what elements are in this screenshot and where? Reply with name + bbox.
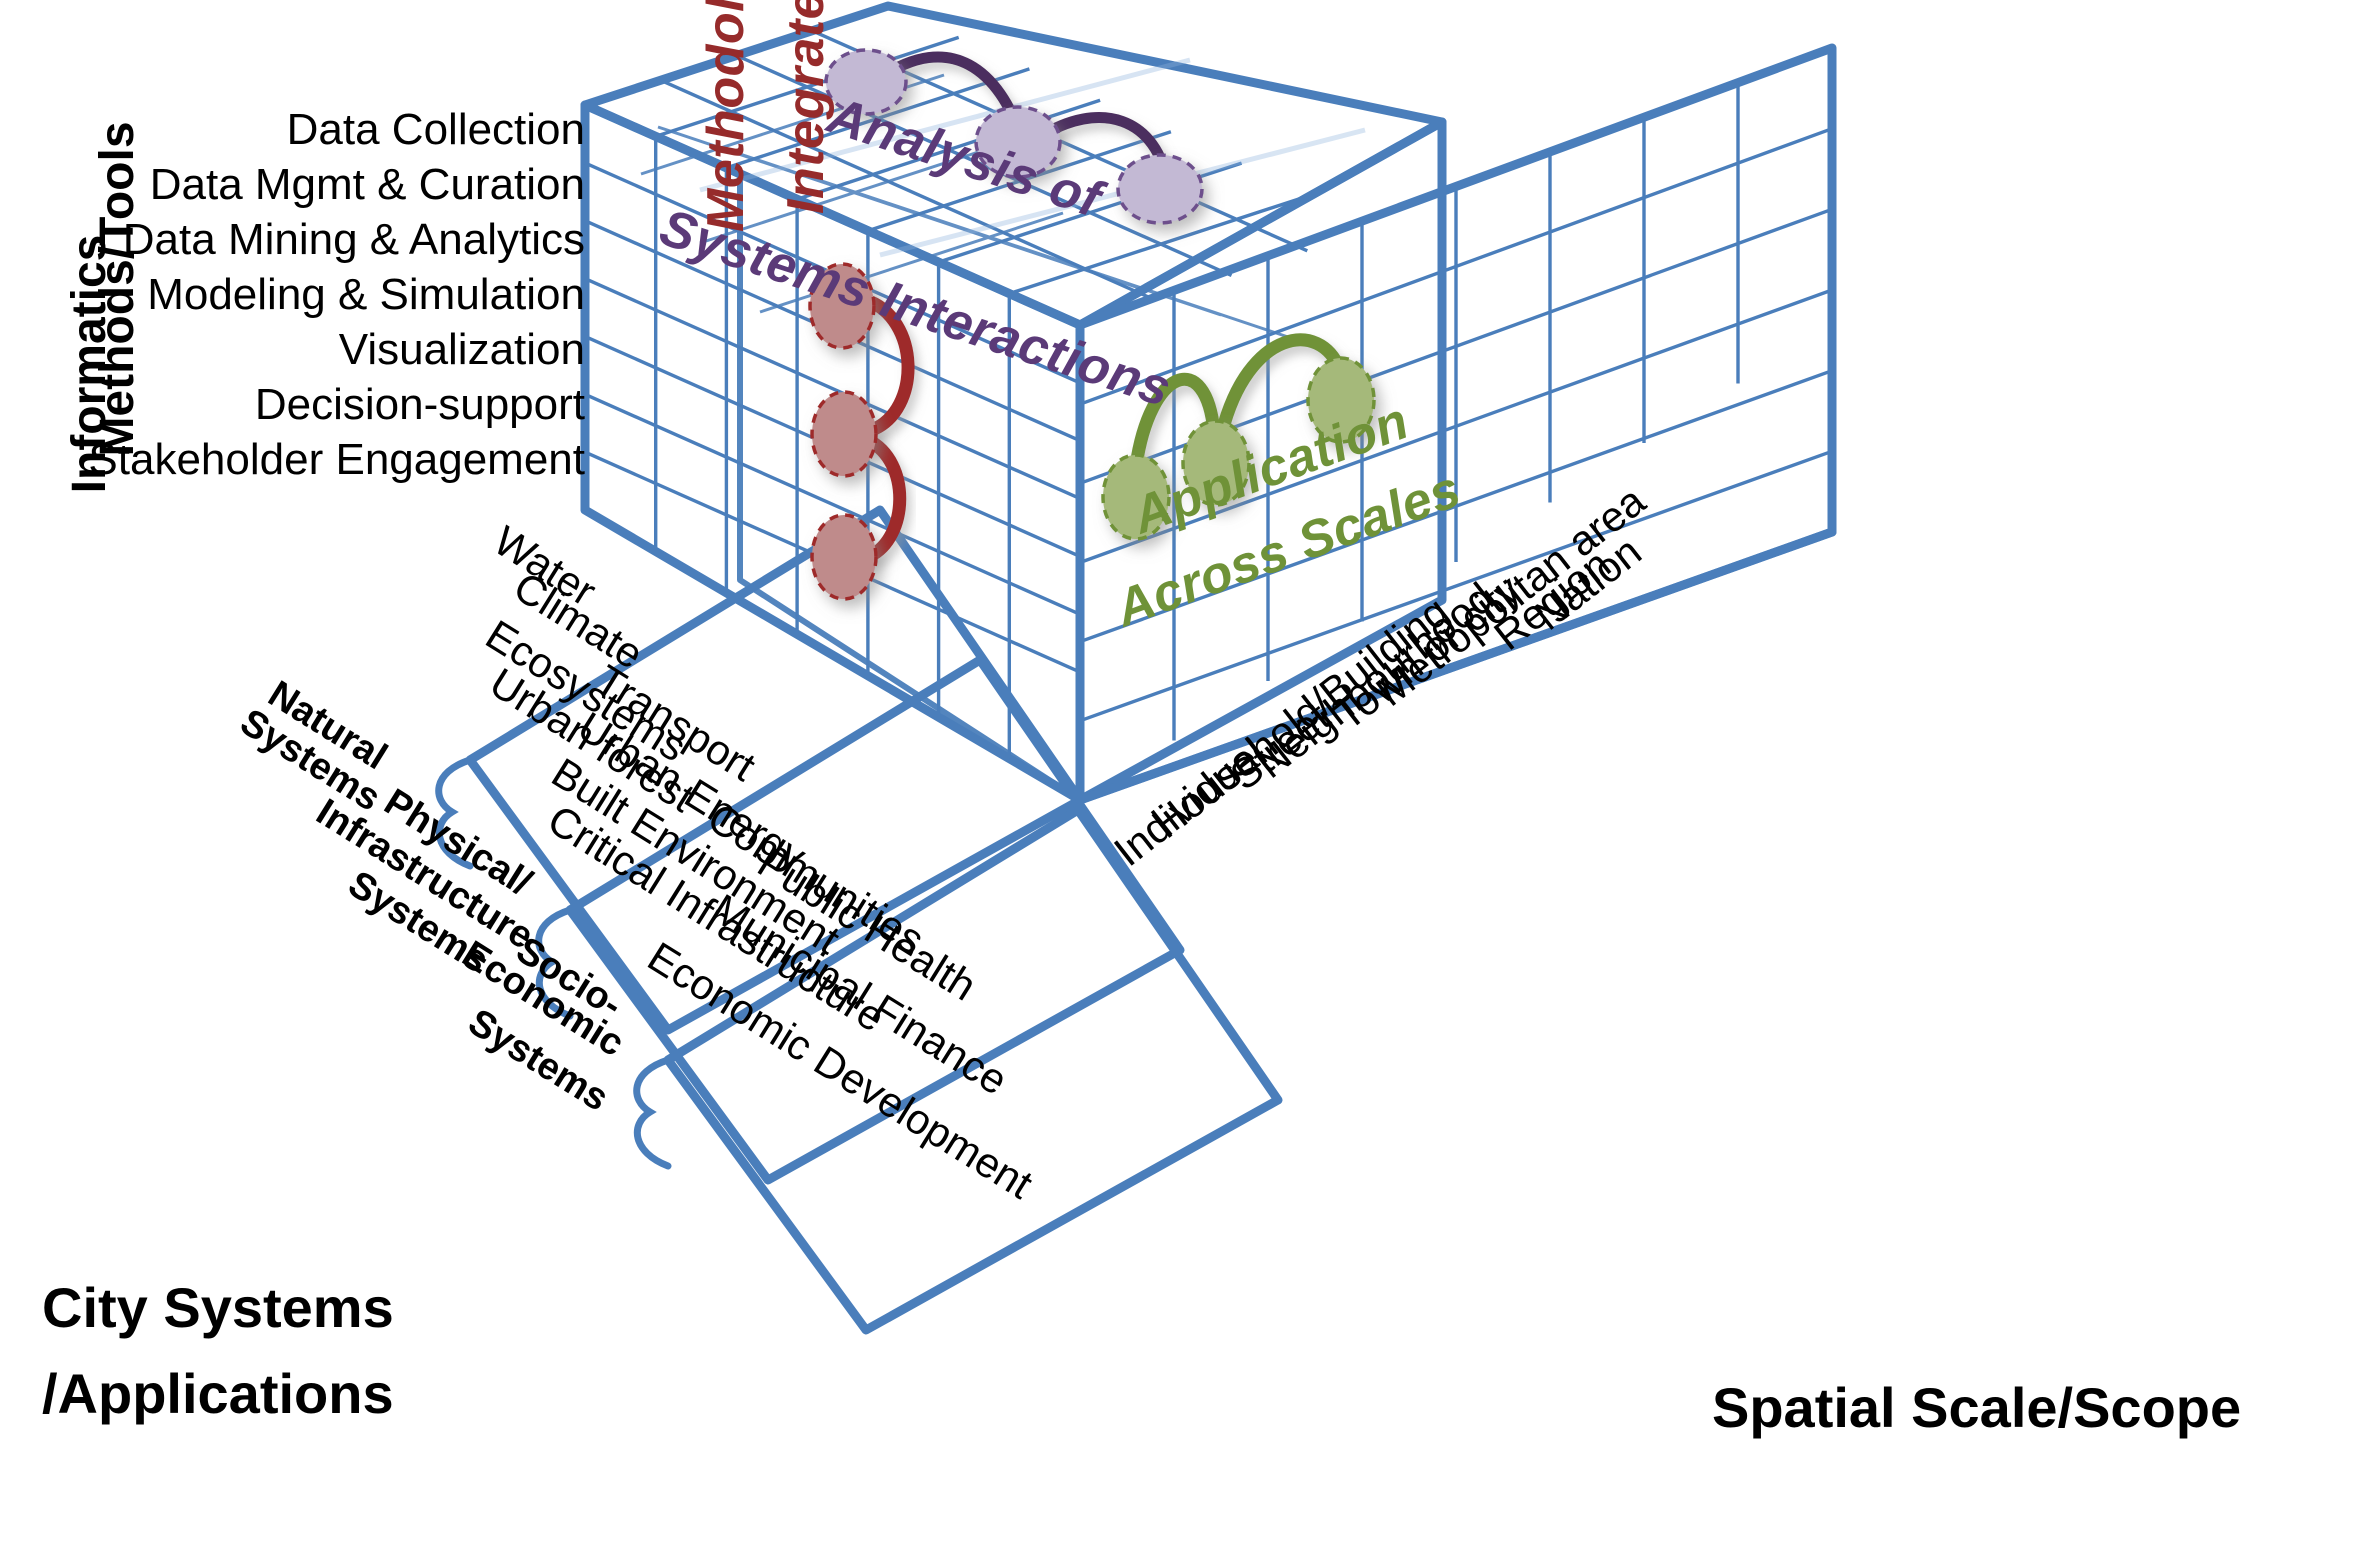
red-marker-2 xyxy=(810,390,878,478)
method-item-stakeholder-engagement: Stakeholder Engagement xyxy=(88,435,585,484)
method-item-data-collection: Data Collection xyxy=(286,105,585,154)
city-systems-axis-title-line1: City Systems xyxy=(42,1276,394,1339)
method-item-modeling-simulation: Modeling & Simulation xyxy=(147,270,585,319)
left-face-title-methodology: Methodology xyxy=(697,0,755,232)
red-marker-3 xyxy=(810,513,878,601)
brace-socio xyxy=(633,1056,672,1170)
left-face-title-integrated: Integrated xyxy=(777,0,835,214)
method-item-decision-support: Decision-support xyxy=(254,380,585,429)
method-item-visualization: Visualization xyxy=(338,325,585,374)
method-item-data-mgmt-curation: Data Mgmt & Curation xyxy=(149,160,585,209)
spatial-scale-axis-title: Spatial Scale/Scope xyxy=(1712,1376,2242,1439)
purple-marker-3 xyxy=(1116,153,1204,225)
method-item-data-mining-analytics: Data Mining & Analytics xyxy=(122,215,585,264)
city-systems-axis-title-line2: /Applications xyxy=(42,1362,394,1425)
cube-framework-diagram: Methods/Tools Informatics Data Collectio… xyxy=(0,0,2360,1568)
